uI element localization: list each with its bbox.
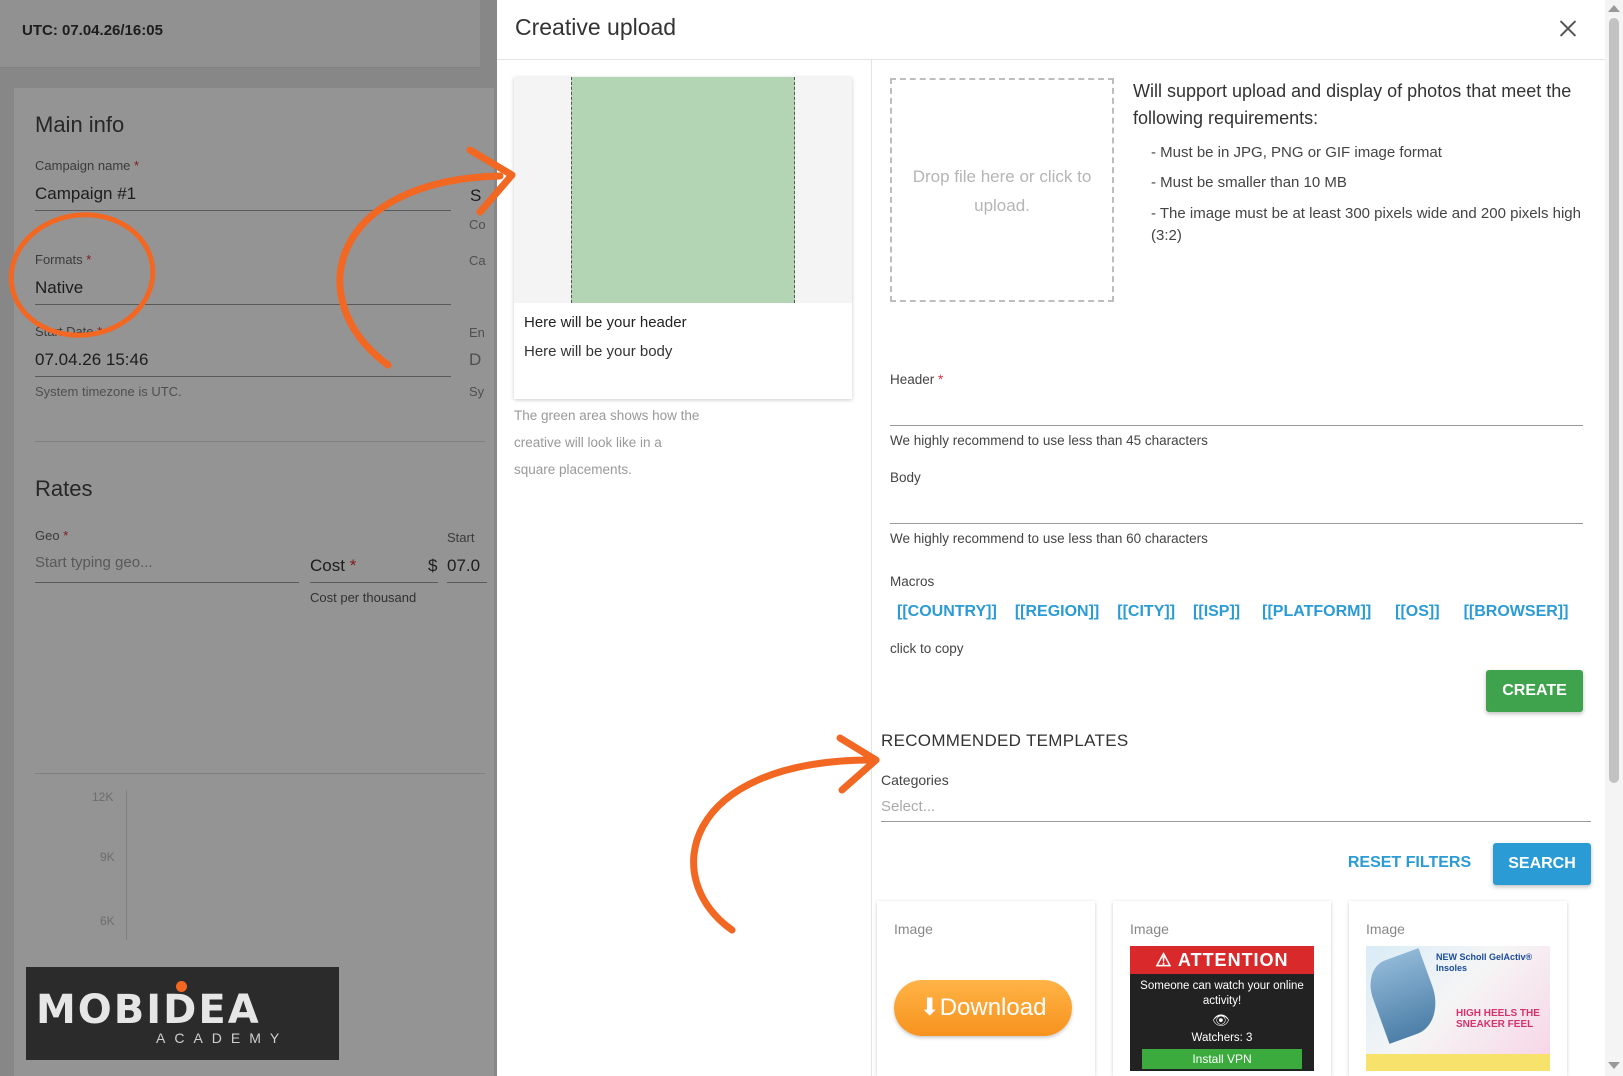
- attention-watchers: Watchers: 3: [1191, 1032, 1253, 1044]
- macro-platform[interactable]: [[PLATFORM]]: [1262, 603, 1371, 627]
- template-type-label: Image: [1366, 921, 1405, 937]
- attention-banner: ⚠ ATTENTION: [1130, 946, 1314, 974]
- mobidea-academy-logo: MOBIDEA ACADEMY: [26, 967, 339, 1060]
- logo-subtitle: ACADEMY: [156, 1030, 289, 1046]
- macro-isp[interactable]: [[ISP]]: [1193, 603, 1240, 627]
- create-button[interactable]: CREATE: [1486, 670, 1583, 712]
- template-card-download[interactable]: Image ⬇Download: [877, 901, 1095, 1076]
- macro-browser[interactable]: [[BROWSER]]: [1464, 603, 1569, 627]
- preview-image-area: [514, 77, 852, 303]
- requirement-item: - Must be in JPG, PNG or GIF image forma…: [1151, 144, 1442, 161]
- header-input[interactable]: [890, 396, 1583, 426]
- eye-icon: 👁: [1212, 1012, 1230, 1028]
- template-card-attention[interactable]: Image ⚠ ATTENTION Someone can watch your…: [1113, 901, 1331, 1076]
- categories-label: Categories: [881, 772, 949, 788]
- scroll-up-arrow-icon[interactable]: [1608, 5, 1620, 12]
- macros-list: [[COUNTRY]] [[REGION]] [[CITY]] [[ISP]] …: [897, 603, 1586, 627]
- scholl-tagline: HIGH HEELS THE SNEAKER FEEL: [1456, 1008, 1540, 1030]
- scroll-down-arrow-icon[interactable]: [1608, 1062, 1620, 1069]
- preview-note: The green area shows how the creative wi…: [514, 408, 700, 477]
- reset-filters-button[interactable]: RESET FILTERS: [1347, 843, 1472, 883]
- macro-os[interactable]: [[OS]]: [1395, 603, 1439, 627]
- macro-city[interactable]: [[CITY]]: [1117, 603, 1175, 627]
- macros-hint: click to copy: [890, 641, 964, 656]
- template-type-label: Image: [1130, 921, 1169, 937]
- macro-country[interactable]: [[COUNTRY]]: [897, 603, 997, 627]
- modal-scrollbar[interactable]: [1605, 0, 1623, 1076]
- recommended-templates-title: RECOMMENDED TEMPLATES: [881, 731, 1129, 750]
- requirements-title: Will support upload and display of photo…: [1133, 81, 1572, 128]
- macro-region[interactable]: [[REGION]]: [1015, 603, 1099, 627]
- categories-select[interactable]: Select...: [881, 792, 1591, 822]
- attention-thumbnail: ⚠ ATTENTION Someone can watch your onlin…: [1130, 946, 1314, 1071]
- preview-header-text: Here will be your header: [524, 314, 687, 331]
- scroll-thumb[interactable]: [1609, 18, 1619, 783]
- modal-title: Creative upload: [515, 14, 677, 40]
- square-placement-area: [571, 77, 795, 303]
- creative-upload-modal: Creative upload Here will be your header…: [497, 0, 1623, 1076]
- scholl-footer-strip: [1366, 1054, 1550, 1071]
- creative-preview-card: Here will be your header Here will be yo…: [514, 77, 852, 399]
- preview-body-text: Here will be your body: [524, 343, 673, 360]
- header-hint: We highly recommend to use less than 45 …: [890, 433, 1208, 448]
- download-button-thumbnail: ⬇Download: [894, 980, 1072, 1036]
- dropzone-text: Drop file here or click to upload.: [912, 167, 1092, 215]
- scholl-brand-text: NEW Scholl GelActiv® Insoles: [1436, 952, 1533, 973]
- install-vpn-thumbnail-button: Install VPN: [1142, 1049, 1302, 1069]
- body-input[interactable]: [890, 494, 1583, 524]
- close-icon[interactable]: [1551, 12, 1585, 46]
- attention-message: Someone can watch your online activity!: [1140, 980, 1304, 1007]
- high-heel-shoe-image: [1362, 948, 1446, 1044]
- file-dropzone[interactable]: Drop file here or click to upload.: [890, 78, 1114, 302]
- body-label: Body: [890, 470, 921, 485]
- macros-label: Macros: [890, 574, 935, 589]
- modal-header: Creative upload: [497, 0, 1605, 60]
- logo-wordmark: MOBIDEA: [36, 987, 261, 1033]
- template-card-scholl[interactable]: Image NEW Scholl GelActiv® Insoles HIGH …: [1349, 901, 1567, 1076]
- body-hint: We highly recommend to use less than 60 …: [890, 531, 1208, 546]
- header-label: Header *: [890, 372, 944, 387]
- scholl-thumbnail: NEW Scholl GelActiv® Insoles HIGH HEELS …: [1362, 946, 1550, 1071]
- requirement-item: - The image must be at least 300 pixels …: [1151, 205, 1581, 244]
- search-button[interactable]: SEARCH: [1493, 843, 1591, 885]
- requirement-item: - Must be smaller than 10 MB: [1151, 174, 1347, 191]
- column-divider: [871, 60, 872, 1076]
- template-type-label: Image: [894, 921, 933, 937]
